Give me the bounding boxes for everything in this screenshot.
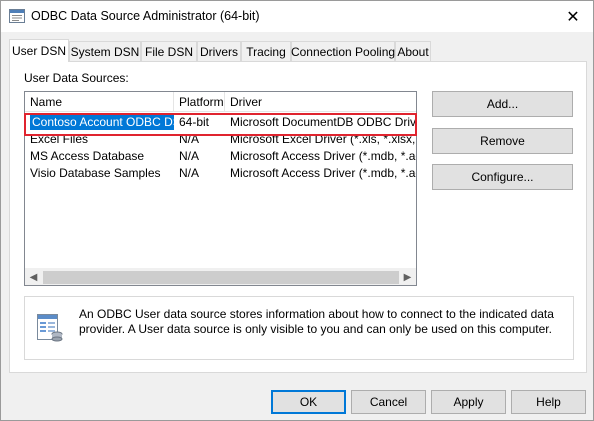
column-header-driver[interactable]: Driver	[225, 92, 416, 112]
list-item[interactable]: Visio Database Samples N/A Microsoft Acc…	[25, 165, 416, 182]
list-item[interactable]: Excel Files N/A Microsoft Excel Driver (…	[25, 131, 416, 148]
list-item-platform: N/A	[179, 132, 200, 146]
list-header: Name Platform Driver	[25, 92, 416, 112]
configure-button[interactable]: Configure...	[432, 164, 573, 190]
close-button[interactable]: ✕	[553, 1, 593, 32]
list-item-name: MS Access Database	[30, 149, 145, 163]
odbc-admin-window: ODBC Data Source Administrator (64-bit) …	[0, 0, 594, 421]
tab-file-dsn[interactable]: File DSN	[141, 41, 197, 61]
list-item-driver: Microsoft Access Driver (*.mdb, *.accdb)	[230, 166, 416, 180]
info-box: An ODBC User data source stores informat…	[24, 296, 574, 360]
data-source-info-icon	[37, 314, 63, 342]
tab-tracing[interactable]: Tracing	[241, 41, 291, 61]
tab-strip: User DSN System DSN File DSN Drivers Tra…	[9, 39, 587, 62]
ok-button[interactable]: OK	[271, 390, 346, 414]
list-item-driver: Microsoft DocumentDB ODBC Driver	[230, 115, 417, 129]
list-item-name: Visio Database Samples	[30, 166, 161, 180]
list-item-name: Contoso Account ODBC DSN	[25, 114, 174, 131]
list-item-platform: N/A	[179, 149, 200, 163]
list-item-name: Excel Files	[30, 132, 89, 146]
horizontal-scrollbar[interactable]: ◀ ▶	[25, 268, 416, 285]
scroll-left-icon[interactable]: ◀	[25, 269, 42, 285]
column-header-name[interactable]: Name	[25, 92, 174, 112]
help-button[interactable]: Help	[511, 390, 586, 414]
add-button[interactable]: Add...	[432, 91, 573, 117]
user-data-sources-label: User Data Sources:	[24, 71, 129, 85]
tab-system-dsn[interactable]: System DSN	[69, 41, 141, 61]
info-description: An ODBC User data source stores informat…	[79, 307, 554, 336]
tab-connection-pooling[interactable]: Connection Pooling	[291, 41, 395, 61]
list-item[interactable]: MS Access Database N/A Microsoft Access …	[25, 148, 416, 165]
scroll-thumb[interactable]	[43, 271, 399, 284]
apply-button[interactable]: Apply	[431, 390, 506, 414]
data-sources-list[interactable]: Name Platform Driver Contoso Account ODB…	[24, 91, 417, 286]
window-title: ODBC Data Source Administrator (64-bit)	[31, 9, 260, 23]
tab-drivers[interactable]: Drivers	[197, 41, 241, 61]
list-item-platform: 64-bit	[179, 115, 210, 129]
user-dsn-panel: User Data Sources: Name Platform Driver …	[9, 61, 587, 373]
scroll-right-icon[interactable]: ▶	[399, 269, 416, 285]
column-header-platform[interactable]: Platform	[174, 92, 225, 112]
odbc-admin-icon	[9, 9, 25, 23]
tab-about[interactable]: About	[395, 41, 431, 61]
list-item-driver: Microsoft Access Driver (*.mdb, *.accdb)	[230, 149, 416, 163]
tab-user-dsn[interactable]: User DSN	[9, 39, 69, 62]
title-bar: ODBC Data Source Administrator (64-bit) …	[1, 1, 593, 32]
cancel-button[interactable]: Cancel	[351, 390, 426, 414]
remove-button[interactable]: Remove	[432, 128, 573, 154]
list-item[interactable]: Contoso Account ODBC DSN 64-bit Microsof…	[25, 114, 416, 131]
close-icon: ✕	[566, 8, 580, 26]
list-item-driver: Microsoft Excel Driver (*.xls, *.xlsx, *…	[230, 132, 416, 146]
list-item-platform: N/A	[179, 166, 200, 180]
